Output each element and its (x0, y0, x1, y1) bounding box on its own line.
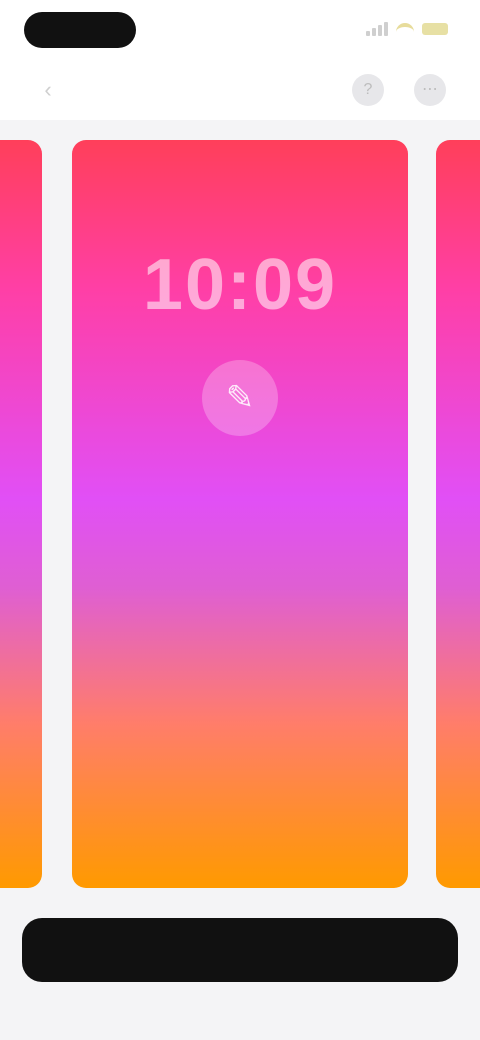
primary-action-button[interactable] (22, 918, 458, 982)
page-title (164, 76, 316, 104)
lock-screen-customizer: ‹ ? ⋯ 10:09 ✎ (0, 0, 480, 1040)
wifi-icon (396, 23, 414, 35)
status-bar (0, 0, 480, 60)
wallpaper-card-current[interactable]: 10:09 ✎ (72, 140, 408, 888)
wallpaper-card-previous[interactable] (0, 140, 42, 888)
wallpaper-carousel[interactable]: 10:09 ✎ (0, 140, 480, 890)
help-icon: ? (363, 81, 373, 98)
help-button[interactable]: ? (352, 74, 384, 106)
wallpaper-card-next[interactable] (436, 140, 480, 888)
lockscreen-time: 10:09 (142, 245, 338, 325)
more-icon: ⋯ (422, 81, 438, 98)
more-button[interactable]: ⋯ (414, 74, 446, 106)
battery-icon (422, 23, 448, 35)
dynamic-island (24, 12, 136, 48)
edit-icon[interactable]: ✎ (202, 360, 278, 436)
app-bar: ‹ ? ⋯ (0, 60, 480, 120)
chevron-left-icon: ‹ (44, 77, 52, 102)
status-icons (366, 22, 448, 36)
back-button[interactable]: ‹ (36, 78, 60, 102)
signal-icon (366, 22, 388, 36)
